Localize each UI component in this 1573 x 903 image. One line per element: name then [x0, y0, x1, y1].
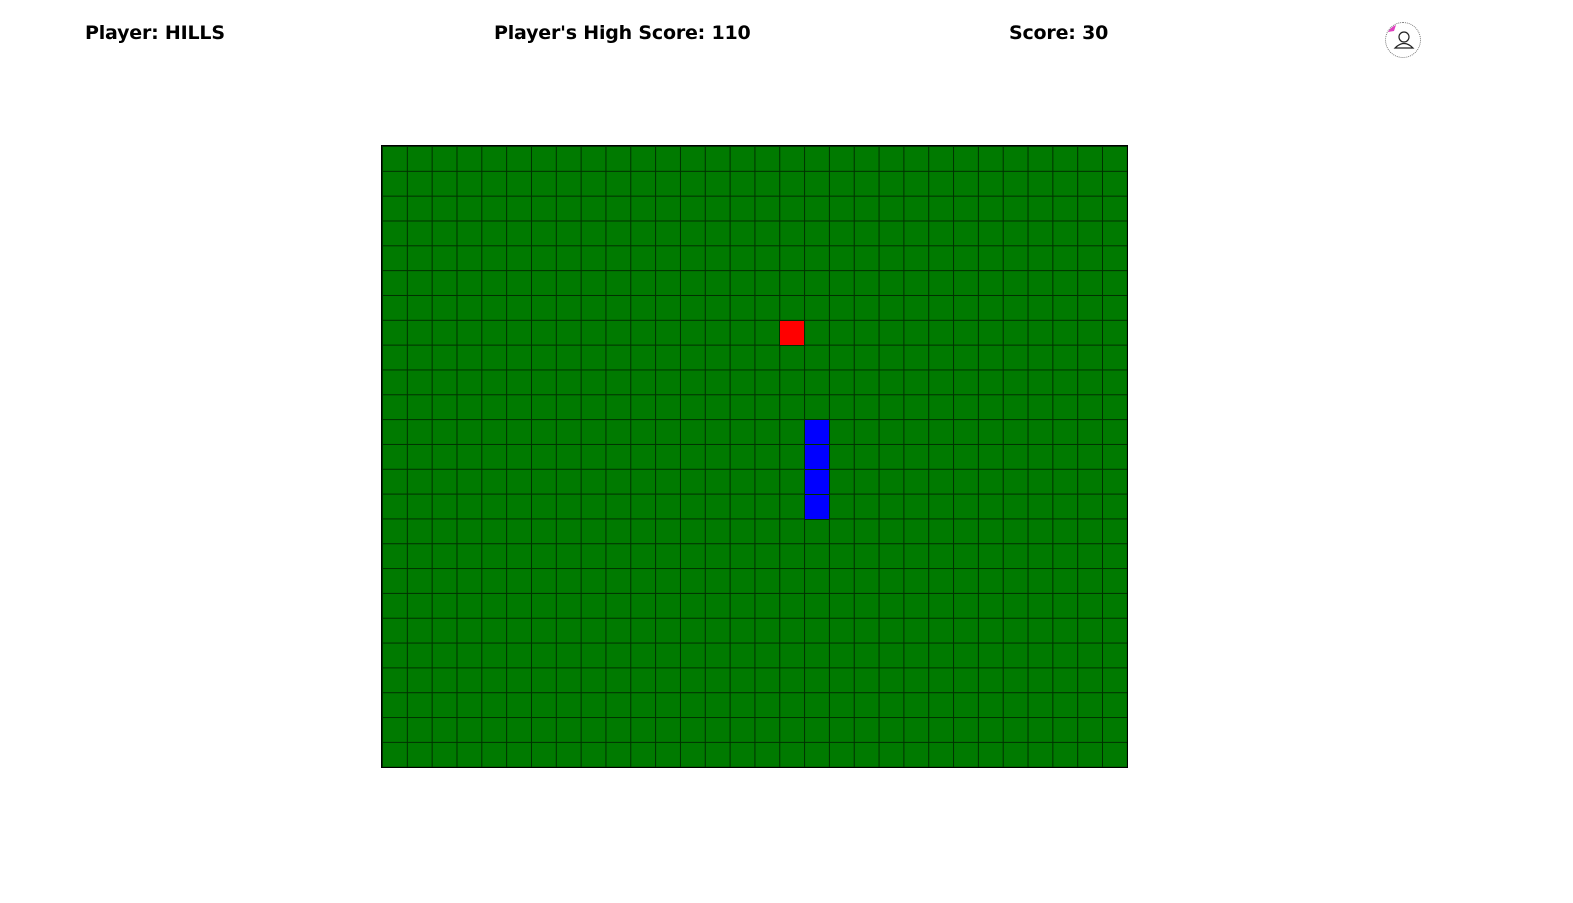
- food-cell: [779, 319, 806, 346]
- user-profile-icon: [1388, 25, 1415, 49]
- player-name: Player: HILLS: [85, 22, 225, 44]
- snake-head: [804, 419, 830, 446]
- current-score: Score: 30: [1009, 22, 1109, 44]
- high-score: Player's High Score: 110: [494, 22, 751, 44]
- user-profile-button[interactable]: [1385, 22, 1421, 58]
- snake-segment: [804, 468, 830, 495]
- snake-segment: [804, 493, 830, 520]
- snake-segment: [804, 444, 830, 470]
- game-board[interactable]: [381, 145, 1128, 768]
- header-bar: Player: HILLS Player's High Score: 110 S…: [0, 0, 1573, 80]
